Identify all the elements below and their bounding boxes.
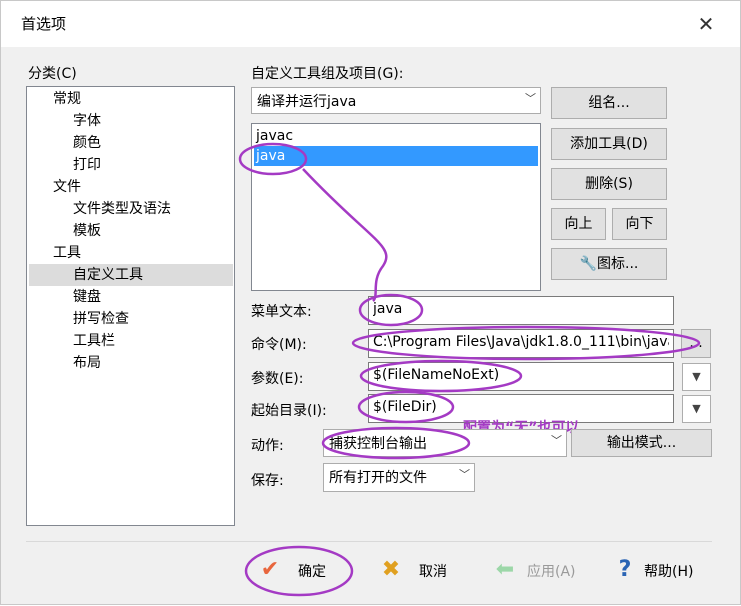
checkmark-icon: ✔	[260, 557, 280, 582]
action-label: 动作:	[251, 438, 284, 454]
wrench-icon: 🔧	[579, 256, 598, 272]
tool-group-select[interactable]: 编译并运行java ﹀	[251, 87, 541, 114]
menu-text-value: java	[373, 301, 403, 317]
move-up-button[interactable]: 向上	[551, 208, 606, 240]
save-label: 保存:	[251, 473, 284, 489]
action-select[interactable]: 捕获控制台输出 ﹀	[323, 429, 567, 457]
menu-text-input[interactable]: java	[368, 296, 674, 325]
tree-item-template[interactable]: 模板	[73, 220, 101, 242]
icon-button-label: 图标...	[597, 256, 639, 272]
tree-item-custom-tools[interactable]: 自定义工具	[73, 264, 143, 286]
tree-item-general[interactable]: 常规	[53, 88, 81, 110]
tree-item-print[interactable]: 打印	[73, 154, 101, 176]
chevron-down-icon: ﹀	[459, 468, 470, 481]
delete-button[interactable]: 删除(S)	[551, 168, 667, 200]
save-value: 所有打开的文件	[329, 470, 427, 486]
tool-group-label: 自定义工具组及项目(G):	[251, 66, 404, 82]
tree-item-keyboard[interactable]: 键盘	[73, 286, 101, 308]
menu-text-label: 菜单文本:	[251, 304, 312, 320]
command-input[interactable]: C:\Program Files\Java\jdk1.8.0_111\bin\j…	[368, 329, 674, 358]
startdir-dropdown[interactable]: ▼	[682, 395, 711, 423]
tool-group-value: 编译并运行java	[257, 94, 357, 110]
tool-list[interactable]: javac java	[251, 123, 541, 291]
output-mode-button[interactable]: 输出模式...	[571, 429, 712, 457]
apply-button[interactable]: ⬅ 应用(A)	[491, 550, 591, 590]
cross-icon: ✖	[381, 557, 401, 582]
params-value: $(FileNameNoExt)	[373, 367, 500, 383]
list-item-selected[interactable]: java	[254, 146, 538, 166]
move-down-button[interactable]: 向下	[612, 208, 667, 240]
action-value: 捕获控制台输出	[329, 436, 427, 452]
tree-item-tools[interactable]: 工具	[53, 242, 81, 264]
apply-label: 应用(A)	[527, 564, 576, 580]
command-value: C:\Program Files\Java\jdk1.8.0_111\bin\j…	[373, 334, 669, 350]
list-item[interactable]: javac	[254, 126, 538, 146]
tree-item-color[interactable]: 颜色	[73, 132, 101, 154]
tree-item-spellcheck[interactable]: 拼写检查	[73, 308, 129, 330]
startdir-value: $(FileDir)	[373, 399, 437, 415]
params-input[interactable]: $(FileNameNoExt)	[368, 362, 674, 391]
tree-item-toolbar[interactable]: 工具栏	[73, 330, 115, 352]
help-label: 帮助(H)	[644, 564, 694, 580]
add-tool-button[interactable]: 添加工具(D)	[551, 128, 667, 160]
chevron-down-icon: ﹀	[551, 434, 562, 447]
browse-button[interactable]: ...	[681, 329, 711, 358]
tree-item-file[interactable]: 文件	[53, 176, 81, 198]
params-dropdown[interactable]: ▼	[682, 363, 711, 391]
categories-label: 分类(C)	[28, 66, 77, 82]
arrow-left-icon: ⬅	[495, 557, 515, 582]
question-icon: ?	[618, 557, 632, 582]
close-icon[interactable]: ✕	[691, 9, 721, 39]
tree-item-layout[interactable]: 布局	[73, 352, 101, 374]
title-bar: 首选项 ✕	[1, 1, 740, 47]
category-tree[interactable]: 常规 字体 颜色 打印 文件 文件类型及语法 模板 工具 自定义工具 键盘 拼写…	[26, 86, 235, 526]
preferences-dialog: 首选项 ✕ 分类(C) 常规 字体 颜色 打印 文件 文件类型及语法 模板 工具…	[0, 0, 741, 605]
divider	[26, 541, 712, 542]
group-name-button[interactable]: 组名...	[551, 87, 667, 119]
tree-item-filetypes[interactable]: 文件类型及语法	[73, 198, 171, 220]
ok-button[interactable]: ✔ 确定	[256, 550, 346, 590]
help-button[interactable]: ? 帮助(H)	[611, 550, 711, 590]
tree-item-font[interactable]: 字体	[73, 110, 101, 132]
ok-label: 确定	[298, 564, 326, 580]
icon-button[interactable]: 🔧图标...	[551, 248, 667, 280]
cancel-label: 取消	[419, 564, 447, 580]
save-select[interactable]: 所有打开的文件 ﹀	[323, 463, 475, 492]
chevron-down-icon: ﹀	[525, 92, 536, 105]
cancel-button[interactable]: ✖ 取消	[377, 550, 467, 590]
window-title: 首选项	[21, 15, 67, 33]
params-label: 参数(E):	[251, 371, 304, 387]
startdir-label: 起始目录(I):	[251, 403, 327, 419]
command-label: 命令(M):	[251, 337, 307, 353]
